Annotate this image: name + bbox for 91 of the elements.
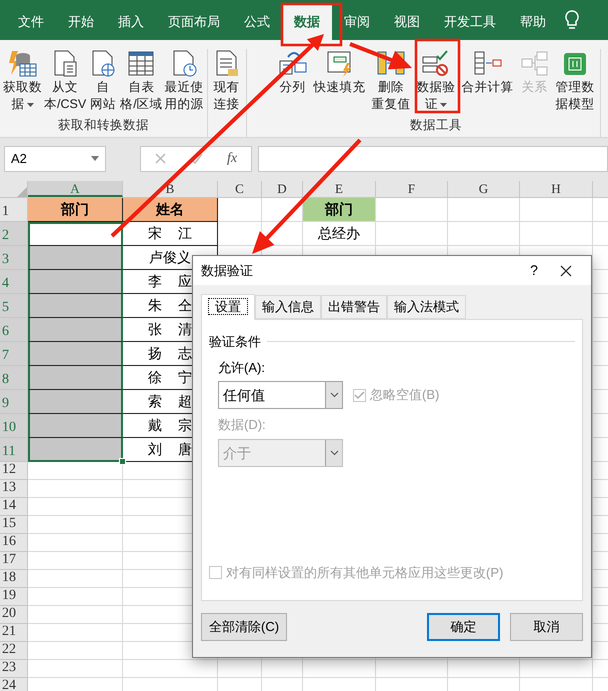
row-header[interactable]: 11 [0,438,28,462]
close-icon [560,264,572,276]
row-header[interactable]: 12 [0,462,28,480]
ribbon-button[interactable]: 自表 格/区域 [119,49,164,116]
ribbon-button[interactable]: 快速填充 [310,49,369,116]
lightbulb-icon[interactable] [564,10,580,32]
ribbon-button[interactable]: 最近使 用的源 [164,49,205,116]
caret-icon [440,102,448,107]
row-header[interactable]: 2 [0,222,28,246]
table-cell: 部门 [303,198,376,222]
column-header[interactable]: C [218,181,262,197]
column-header[interactable]: G [448,181,520,197]
checkbox-label: 对有同样设置的所有其他单元格应用这些更改(P) [226,564,504,582]
ribbon-tab[interactable]: 开发工具 [432,4,508,40]
row-header[interactable]: 5 [0,294,28,318]
caret-icon [91,156,99,161]
row-header[interactable]: 4 [0,270,28,294]
check-icon[interactable] [190,153,203,164]
row-header[interactable]: 20 [0,606,28,624]
grid-cell [218,198,262,222]
group-label: 数据工具 [409,117,464,134]
ribbon-tab[interactable]: 帮助 [508,4,558,40]
ribbon-button[interactable]: 数据验 证 [414,49,459,116]
dropdown-field[interactable]: 任何值 [218,381,343,409]
ribbon-tab[interactable]: 页面布局 [156,4,232,40]
chevron-down-icon [330,392,338,398]
field-label: 数据(D): [218,416,267,434]
dialog-tab[interactable]: 设置 [201,294,255,320]
grid-cell [448,660,520,678]
help-button[interactable]: ? [519,260,549,281]
table-cell: 姓名 [123,198,218,222]
grid-cell [218,660,262,678]
database-table-icon [8,49,38,79]
row-header[interactable]: 13 [0,480,28,498]
row-header[interactable]: 18 [0,570,28,588]
field-label: 允许(A): [218,358,266,377]
row-header[interactable]: 9 [0,390,28,414]
highlight-frame [280,2,342,46]
ribbon-tab[interactable]: 审阅 [332,4,382,40]
row-header[interactable]: 19 [0,588,28,606]
column-header[interactable]: D [262,181,303,197]
row-header[interactable]: 16 [0,534,28,552]
ribbon-button[interactable]: 管理数 据模型 [552,49,598,116]
row-header[interactable]: 24 [0,678,28,691]
ribbon-tab[interactable]: 公式 [232,4,282,40]
ribbon-button[interactable]: 合并计算 [458,49,517,116]
grid-cell [376,198,448,222]
row-header[interactable]: 8 [0,366,28,390]
check-icon [354,390,365,400]
table-cell: 总经办 [303,222,376,246]
insert-function-button[interactable]: fx [227,148,238,169]
dialog-button[interactable]: 确定 [427,613,500,641]
grid-cell [376,660,448,678]
ribbon-tab[interactable]: 开始 [56,4,106,40]
annotation-arrow [349,42,412,70]
column-header[interactable]: F [376,181,448,197]
row-header[interactable]: 6 [0,318,28,342]
dialog-tab[interactable]: 输入信息 [255,295,321,319]
ribbon-button[interactable]: 从文 本/CSV [43,49,88,116]
row-header[interactable]: 10 [0,414,28,438]
table-cell: 部门 [28,198,123,222]
dialog-button[interactable]: 全部清除(C) [201,613,288,641]
row-header[interactable]: 7 [0,342,28,366]
row-header[interactable]: 22 [0,642,28,660]
ribbon-button[interactable]: 自 网站 [87,49,120,116]
grid-cell [262,660,303,678]
fill-handle[interactable] [119,458,126,465]
chevron-down-icon [330,450,338,456]
row-header[interactable]: 3 [0,246,28,270]
group-label: 获取和转换数据 [56,117,150,134]
dialog-tab[interactable]: 出错警告 [321,295,387,319]
row-header[interactable]: 21 [0,624,28,642]
row-header[interactable]: 23 [0,660,28,678]
row-header[interactable]: 14 [0,498,28,516]
row-header[interactable]: 15 [0,516,28,534]
column-header[interactable]: A [28,181,123,197]
row-header[interactable]: 17 [0,552,28,570]
column-header[interactable]: H [520,181,593,197]
grid-cell [448,198,520,222]
ribbon-tab[interactable]: 插入 [106,4,156,40]
close-icon[interactable] [155,153,166,164]
ribbon-tab[interactable]: 文件 [6,4,56,40]
checkbox-label: 忽略空值(B) [370,386,440,404]
ribbon-button[interactable]: 获取数 据 [2,49,43,116]
name-box[interactable]: A2 [4,146,106,172]
formula-input[interactable] [258,146,608,172]
dialog-button[interactable]: 取消 [510,613,583,641]
dialog-tab[interactable]: 输入法模式 [387,295,466,319]
ribbon-tab[interactable]: 视图 [382,4,432,40]
row-header[interactable]: 1 [0,198,28,222]
caret-icon [26,102,34,107]
